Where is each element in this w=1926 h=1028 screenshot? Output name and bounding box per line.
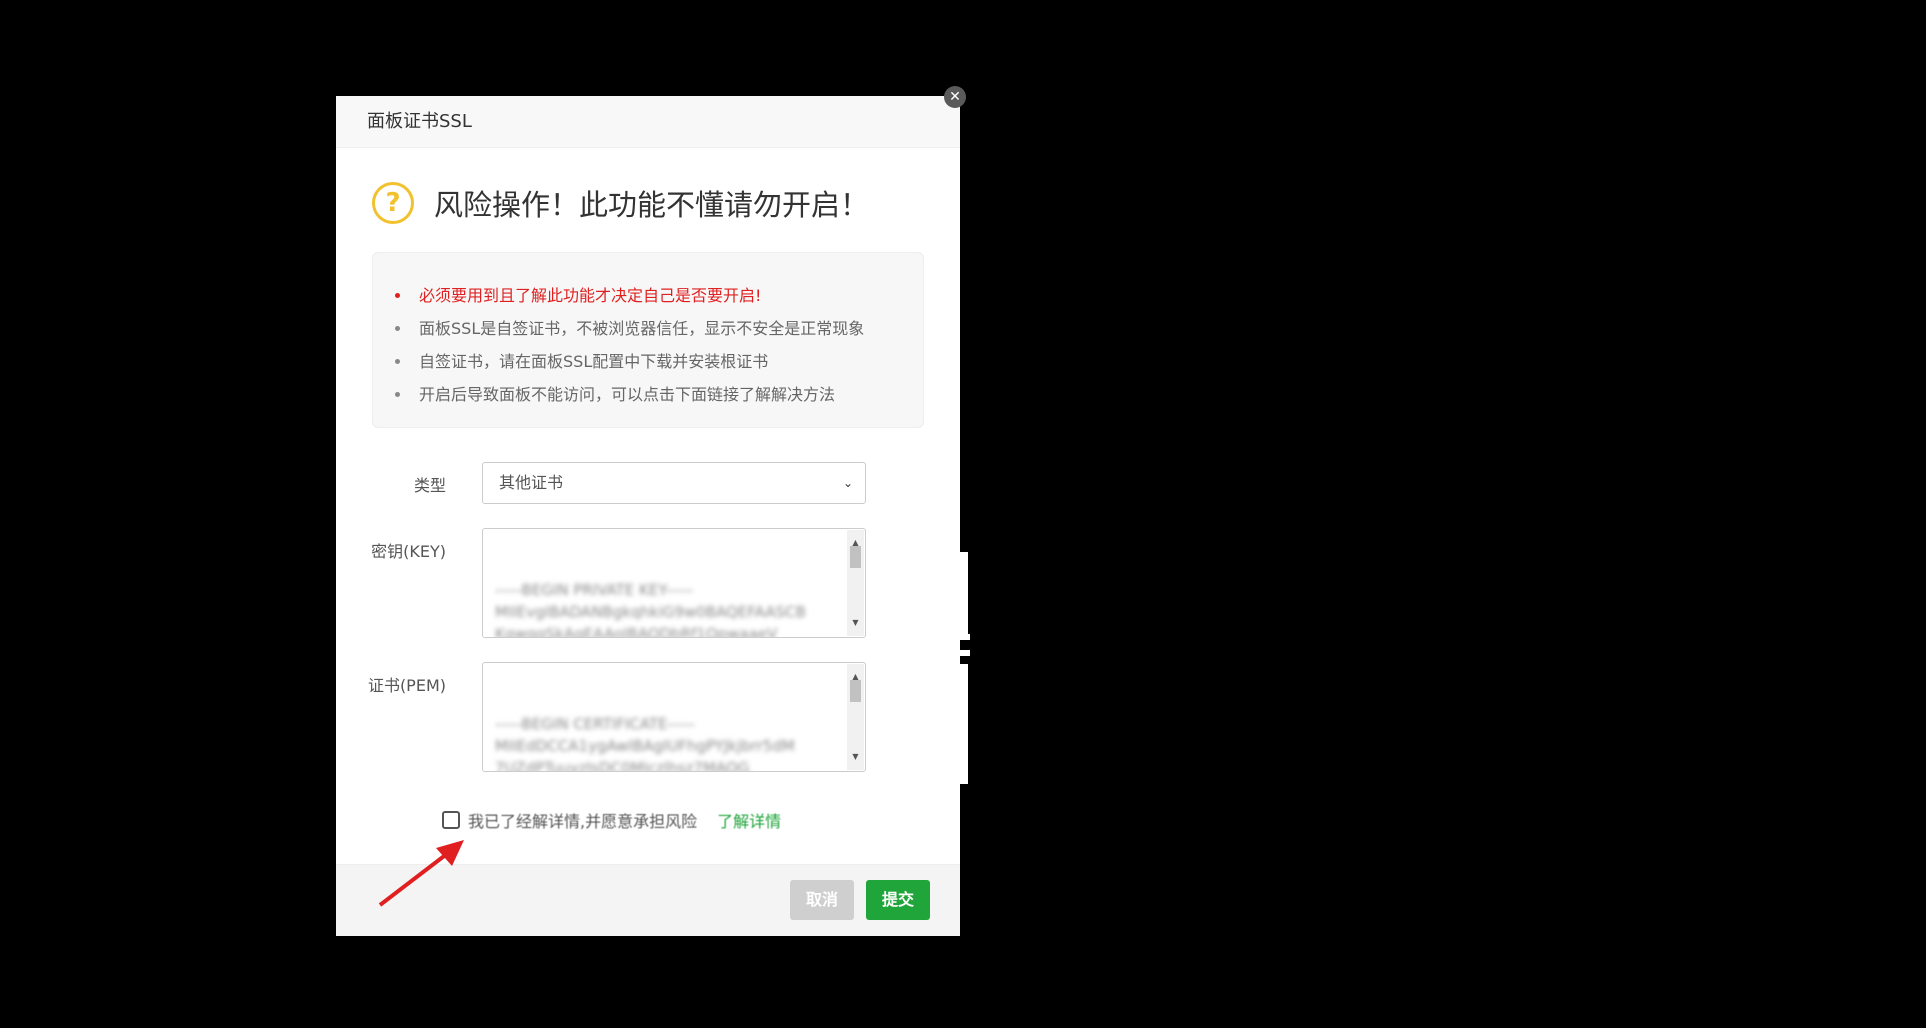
background-fragment — [960, 664, 968, 784]
agree-row: 我已了经解详情,并愿意承担风险 了解详情 — [442, 808, 781, 832]
type-select-value: 其他证书 — [499, 473, 564, 492]
submit-button[interactable]: 提交 — [866, 880, 930, 920]
agree-checkbox[interactable] — [442, 811, 460, 829]
notice-list: 必须要用到且了解此功能才决定自己是否要开启! 面板SSL是自签证书，不被浏览器信… — [393, 279, 923, 411]
ssl-dialog: 面板证书SSL ✕ ? 风险操作！此功能不懂请勿开启！ 必须要用到且了解此功能才… — [336, 86, 966, 936]
scroll-down-icon[interactable]: ▼ — [847, 746, 864, 768]
key-content: -----BEGIN PRIVATE KEY----- MIIEvgIBADAN… — [495, 581, 806, 638]
type-select[interactable]: 其他证书 ⌄ — [482, 462, 866, 504]
pem-scrollbar[interactable]: ▲ ▼ — [847, 664, 864, 770]
notice-item: 必须要用到且了解此功能才决定自己是否要开启! — [393, 279, 923, 312]
close-icon[interactable]: ✕ — [944, 86, 966, 108]
notice-item: 自签证书，请在面板SSL配置中下载并安装根证书 — [393, 345, 923, 378]
red-arrow-annotation — [378, 840, 464, 907]
key-label: 密钥(KEY) — [371, 542, 446, 561]
warning-header: ? 风险操作！此功能不懂请勿开启！ — [372, 182, 869, 224]
learn-more-link[interactable]: 了解详情 — [717, 808, 781, 832]
notice-box: 必须要用到且了解此功能才决定自己是否要开启! 面板SSL是自签证书，不被浏览器信… — [372, 252, 924, 428]
dialog-title: 面板证书SSL — [336, 96, 960, 148]
notice-item: 面板SSL是自签证书，不被浏览器信任，显示不安全是正常现象 — [393, 312, 923, 345]
question-icon: ? — [372, 182, 414, 224]
agree-text: 我已了经解详情,并愿意承担风险 — [468, 812, 698, 831]
background-fragment — [960, 634, 970, 640]
background-fragment — [960, 552, 968, 634]
cancel-button[interactable]: 取消 — [790, 880, 854, 920]
chevron-down-icon: ⌄ — [842, 476, 853, 490]
type-label: 类型 — [413, 476, 446, 495]
key-scrollbar[interactable]: ▲ ▼ — [847, 530, 864, 636]
pem-label: 证书(PEM) — [367, 676, 446, 695]
scroll-thumb[interactable] — [850, 546, 861, 568]
scroll-down-icon[interactable]: ▼ — [847, 612, 864, 634]
notice-item: 开启后导致面板不能访问，可以点击下面链接了解解决方法 — [393, 378, 923, 411]
scroll-thumb[interactable] — [850, 680, 861, 702]
pem-textarea[interactable]: -----BEGIN CERTIFICATE----- MIIEdDCCA1yg… — [482, 662, 866, 772]
key-textarea[interactable]: -----BEGIN PRIVATE KEY----- MIIEvgIBADAN… — [482, 528, 866, 638]
pem-content: -----BEGIN CERTIFICATE----- MIIEdDCCA1yg… — [495, 715, 795, 772]
warning-title: 风险操作！此功能不懂请勿开启！ — [434, 188, 870, 222]
background-fragment — [960, 650, 970, 656]
